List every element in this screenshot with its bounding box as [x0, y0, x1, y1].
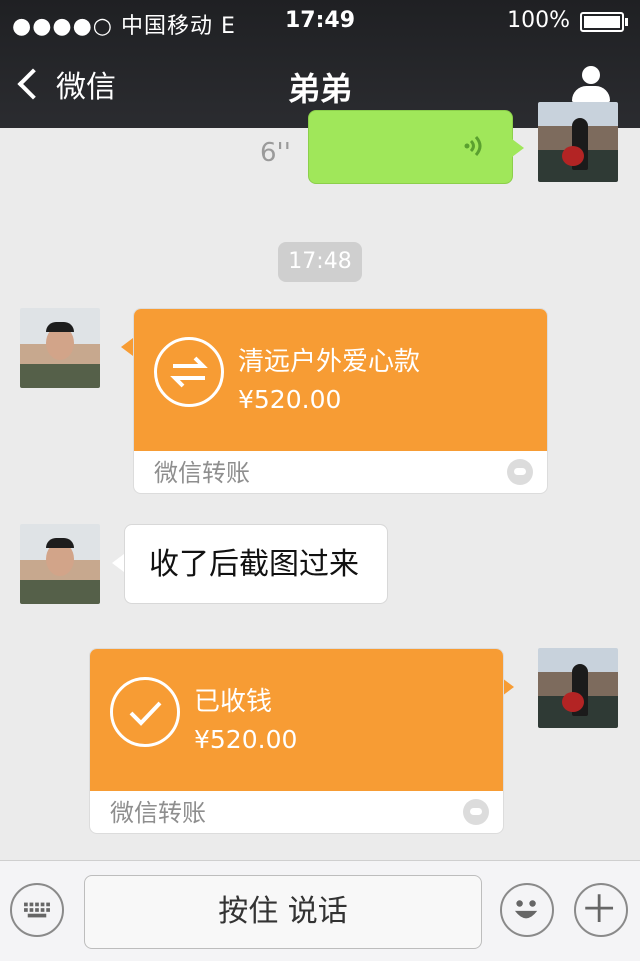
emoji-icon: [514, 900, 538, 919]
transfer-card-received[interactable]: 已收钱 ¥520.00 微信转账: [89, 648, 504, 834]
friend-avatar[interactable]: [20, 308, 100, 388]
plus-icon: [585, 894, 614, 923]
keyboard-button[interactable]: [10, 883, 64, 937]
voice-wave-icon: [464, 136, 482, 156]
transfer-footer: 微信转账: [90, 793, 503, 833]
wechat-pay-icon: [463, 799, 489, 825]
voice-duration: 6'': [260, 138, 291, 168]
battery-percent: 100%: [507, 8, 570, 33]
text-message-bubble[interactable]: 收了后截图过来: [124, 524, 388, 604]
transfer-amount: ¥520.00: [194, 725, 298, 754]
input-bar: 按住 说话: [0, 860, 640, 961]
transfer-arrows-icon: [154, 337, 224, 407]
status-bar: ●●●●○ 中国移动 E 17:49 100%: [0, 0, 640, 40]
friend-avatar[interactable]: [20, 524, 100, 604]
my-avatar[interactable]: [538, 102, 618, 182]
battery-icon: [580, 12, 628, 32]
hold-to-talk-button[interactable]: 按住 说话: [84, 875, 482, 949]
transfer-title: 清远户外爱心款: [238, 347, 421, 377]
keyboard-icon: [24, 902, 50, 918]
checkmark-icon: [110, 677, 180, 747]
profile-icon[interactable]: [572, 66, 610, 104]
transfer-card-incoming[interactable]: 清远户外爱心款 ¥520.00 微信转账: [133, 308, 548, 494]
wechat-pay-icon: [507, 459, 533, 485]
my-avatar[interactable]: [538, 648, 618, 728]
message-timestamp: 17:48: [278, 242, 362, 282]
transfer-amount: ¥520.00: [238, 385, 342, 414]
emoji-button[interactable]: [500, 883, 554, 937]
transfer-footer: 微信转账: [134, 453, 547, 493]
more-button[interactable]: [574, 883, 628, 937]
voice-message-bubble[interactable]: [308, 110, 524, 184]
transfer-title: 已收钱: [194, 687, 273, 717]
